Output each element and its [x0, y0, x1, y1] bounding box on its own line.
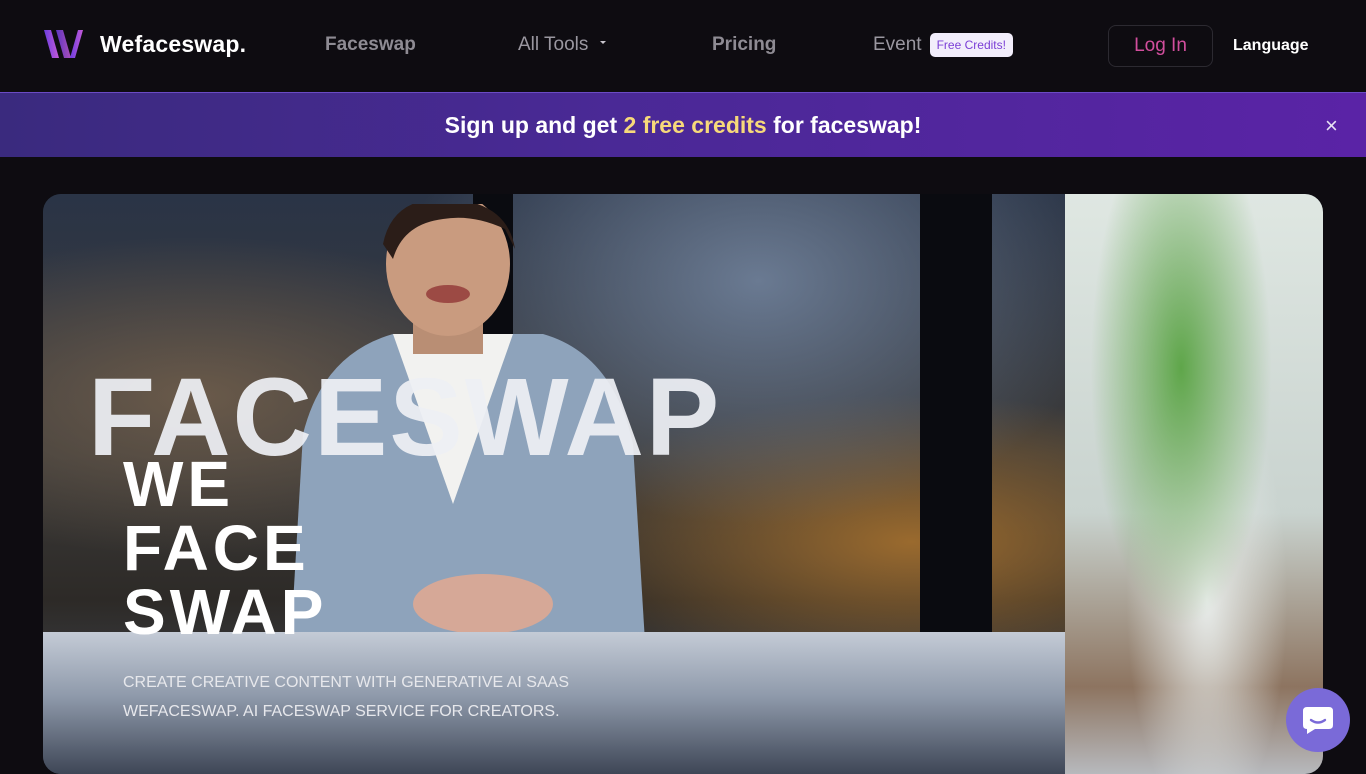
chevron-down-icon	[600, 40, 607, 44]
banner-highlight: 2 free credits	[623, 112, 767, 138]
login-button[interactable]: Log In	[1108, 25, 1213, 67]
wefaceswap-logo-icon	[44, 30, 83, 58]
language-selector[interactable]: Language	[1233, 37, 1309, 55]
chat-widget-button[interactable]	[1286, 688, 1350, 752]
hero-subtitle: CREATE CREATIVE CONTENT WITH GENERATIVE …	[123, 668, 569, 726]
nav-event-label: Event	[873, 34, 922, 55]
close-icon[interactable]: ×	[1325, 113, 1338, 139]
banner-text-before: Sign up and get	[444, 112, 624, 138]
hero-title-line: SWAP	[123, 576, 328, 648]
chat-bubble-icon	[1303, 707, 1333, 734]
nav-event-link[interactable]: Event Free Credits!	[873, 33, 1013, 57]
hero-title: WE FACE SWAP	[123, 452, 327, 644]
hero-title-line: WE	[123, 448, 235, 520]
nav-faceswap-link[interactable]: Faceswap	[325, 34, 416, 56]
top-navigation: Wefaceswap. Faceswap All Tools Pricing E…	[0, 0, 1366, 92]
free-credits-badge: Free Credits!	[929, 33, 1013, 57]
brand-logo[interactable]: Wefaceswap.	[42, 28, 246, 60]
hero-subtitle-line: WEFACESWAP. AI FACESWAP SERVICE FOR CREA…	[123, 703, 560, 720]
nav-pricing-link[interactable]: Pricing	[712, 34, 776, 56]
plant-backdrop	[1065, 194, 1323, 774]
nav-all-tools-label: All Tools	[518, 34, 589, 55]
brand-name: Wefaceswap.	[100, 30, 247, 57]
hero-title-line: FACE	[123, 512, 310, 584]
hero-video: FACESWAP WE FACE SWAP CREATE CREATIVE CO…	[43, 194, 1323, 774]
banner-message: Sign up and get 2 free credits for faces…	[0, 112, 1366, 139]
nav-all-tools-dropdown[interactable]: All Tools	[518, 34, 607, 56]
hero-subtitle-line: CREATE CREATIVE CONTENT WITH GENERATIVE …	[123, 674, 569, 691]
banner-text-after: for faceswap!	[766, 112, 922, 138]
signup-promo-banner: Sign up and get 2 free credits for faces…	[0, 92, 1366, 157]
